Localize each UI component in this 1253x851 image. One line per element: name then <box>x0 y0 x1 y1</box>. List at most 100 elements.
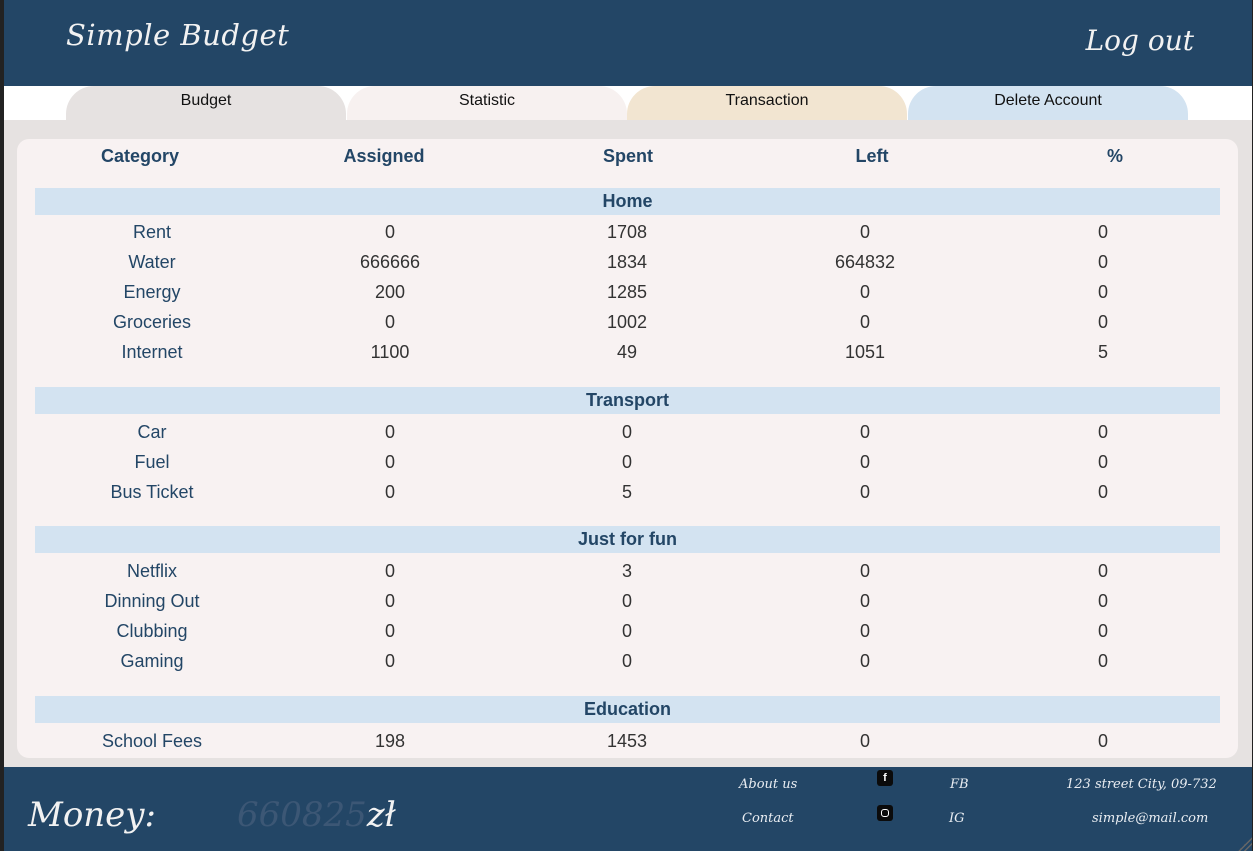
spent-cell: 1453 <box>606 731 648 751</box>
section-header: Just for fun <box>35 526 1220 553</box>
percent-cell: 0 <box>1097 731 1109 751</box>
footer-email[interactable]: simple@mail.com <box>1092 811 1208 826</box>
table-row: Dinning Out 0 0 0 0 <box>17 586 1238 616</box>
money-balance: 660825zł <box>237 795 396 835</box>
tab-statistic[interactable]: Statistic <box>347 86 627 120</box>
category-cell: Bus Ticket <box>110 482 194 502</box>
spent-cell: 1834 <box>606 252 648 272</box>
category-cell: Car <box>137 422 167 442</box>
instagram-icon[interactable] <box>877 805 893 821</box>
contact-link[interactable]: Contact <box>742 811 794 826</box>
category-cell: Gaming <box>120 651 184 671</box>
assigned-cell: 0 <box>384 312 396 332</box>
table-row: Car 0 0 0 0 <box>17 417 1238 447</box>
section-header: Transport <box>35 387 1220 414</box>
budget-table: Category Assigned Spent Left % Home Rent 0… <box>17 139 1238 758</box>
left-cell: 0 <box>859 422 871 442</box>
tab-budget[interactable]: Budget <box>66 86 346 120</box>
fb-link[interactable]: FB <box>950 777 969 792</box>
left-cell: 0 <box>859 282 871 302</box>
assigned-cell: 0 <box>384 452 396 472</box>
table-row: Water 666666 1834 664832 0 <box>17 247 1238 277</box>
spent-cell: 1708 <box>606 222 648 242</box>
table-row: School Fees 198 1453 0 0 <box>17 726 1238 756</box>
table-row: Energy 200 1285 0 0 <box>17 277 1238 307</box>
table-row: Netflix 0 3 0 0 <box>17 556 1238 586</box>
left-cell: 664832 <box>834 252 896 272</box>
spent-cell: 0 <box>621 422 633 442</box>
left-cell: 1051 <box>844 342 886 362</box>
table-row: Gaming 0 0 0 0 <box>17 646 1238 676</box>
category-cell: Energy <box>123 282 181 302</box>
table-row: Fuel 0 0 0 0 <box>17 447 1238 477</box>
table-row: Internet 1100 49 1051 5 <box>17 337 1238 367</box>
category-cell: Internet <box>121 342 183 362</box>
resize-handle[interactable] <box>1238 837 1252 851</box>
category-cell: Water <box>128 252 176 272</box>
left-cell: 0 <box>859 621 871 641</box>
assigned-cell: 1100 <box>370 342 410 362</box>
tab-delete-account[interactable]: Delete Account <box>908 86 1188 120</box>
logout-link[interactable]: Log out <box>1086 24 1194 57</box>
category-cell: School Fees <box>101 731 203 751</box>
category-cell: Rent <box>132 222 172 242</box>
assigned-cell: 0 <box>384 651 396 671</box>
footer-address: 123 street City, 09-732 <box>1066 777 1217 792</box>
percent-cell: 0 <box>1097 312 1109 332</box>
header: Simple Budget Log out <box>4 0 1252 86</box>
about-us-link[interactable]: About us <box>739 777 797 792</box>
spent-cell: 1285 <box>606 282 648 302</box>
left-cell: 0 <box>859 731 871 751</box>
percent-cell: 0 <box>1097 482 1109 502</box>
percent-cell: 0 <box>1097 422 1109 442</box>
currency-symbol: zł <box>366 795 396 835</box>
app-window: Simple Budget Log out Budget Statistic T… <box>4 0 1252 851</box>
column-header-left: Left <box>855 146 889 166</box>
table-row: Groceries 0 1002 0 0 <box>17 307 1238 337</box>
percent-cell: 0 <box>1097 591 1109 611</box>
table-row: Clubbing 0 0 0 0 <box>17 616 1238 646</box>
percent-cell: 0 <box>1097 621 1109 641</box>
app-title: Simple Budget <box>66 18 290 52</box>
left-cell: 0 <box>859 482 871 502</box>
assigned-cell: 0 <box>384 561 396 581</box>
percent-cell: 0 <box>1097 252 1109 272</box>
percent-cell: 0 <box>1097 222 1109 242</box>
percent-cell: 0 <box>1097 651 1109 671</box>
column-header-category: Category <box>100 146 180 166</box>
spent-cell: 0 <box>621 591 633 611</box>
table-row: Rent 0 1708 0 0 <box>17 217 1238 247</box>
category-cell: Dinning Out <box>104 591 200 611</box>
assigned-cell: 0 <box>384 591 396 611</box>
spent-cell: 1002 <box>606 312 648 332</box>
left-cell: 0 <box>859 312 871 332</box>
category-cell: Netflix <box>126 561 178 581</box>
assigned-cell: 0 <box>384 422 396 442</box>
table-row: Bus Ticket 0 5 0 0 <box>17 477 1238 507</box>
money-amount: 660825 <box>237 795 367 835</box>
percent-cell: 0 <box>1097 561 1109 581</box>
percent-cell: 0 <box>1097 282 1109 302</box>
assigned-cell: 200 <box>374 282 406 302</box>
facebook-icon[interactable]: f <box>877 770 893 786</box>
assigned-cell: 666666 <box>359 252 421 272</box>
column-header-assigned: Assigned <box>343 146 425 166</box>
spent-cell: 0 <box>621 621 633 641</box>
ig-link[interactable]: IG <box>949 811 965 826</box>
left-cell: 0 <box>859 452 871 472</box>
percent-cell: 0 <box>1097 452 1109 472</box>
tab-transaction[interactable]: Transaction <box>627 86 907 120</box>
spent-cell: 5 <box>621 482 633 502</box>
assigned-cell: 0 <box>384 621 396 641</box>
spent-cell: 0 <box>621 651 633 671</box>
assigned-cell: 0 <box>384 482 396 502</box>
spent-cell: 3 <box>621 561 633 581</box>
left-cell: 0 <box>859 222 871 242</box>
tab-bar: Budget Statistic Transaction Delete Acco… <box>4 86 1252 120</box>
spent-cell: 49 <box>616 342 638 362</box>
assigned-cell: 198 <box>374 731 406 751</box>
percent-cell: 5 <box>1097 342 1109 362</box>
left-cell: 0 <box>859 561 871 581</box>
assigned-cell: 0 <box>384 222 396 242</box>
money-label: Money: <box>28 795 156 835</box>
